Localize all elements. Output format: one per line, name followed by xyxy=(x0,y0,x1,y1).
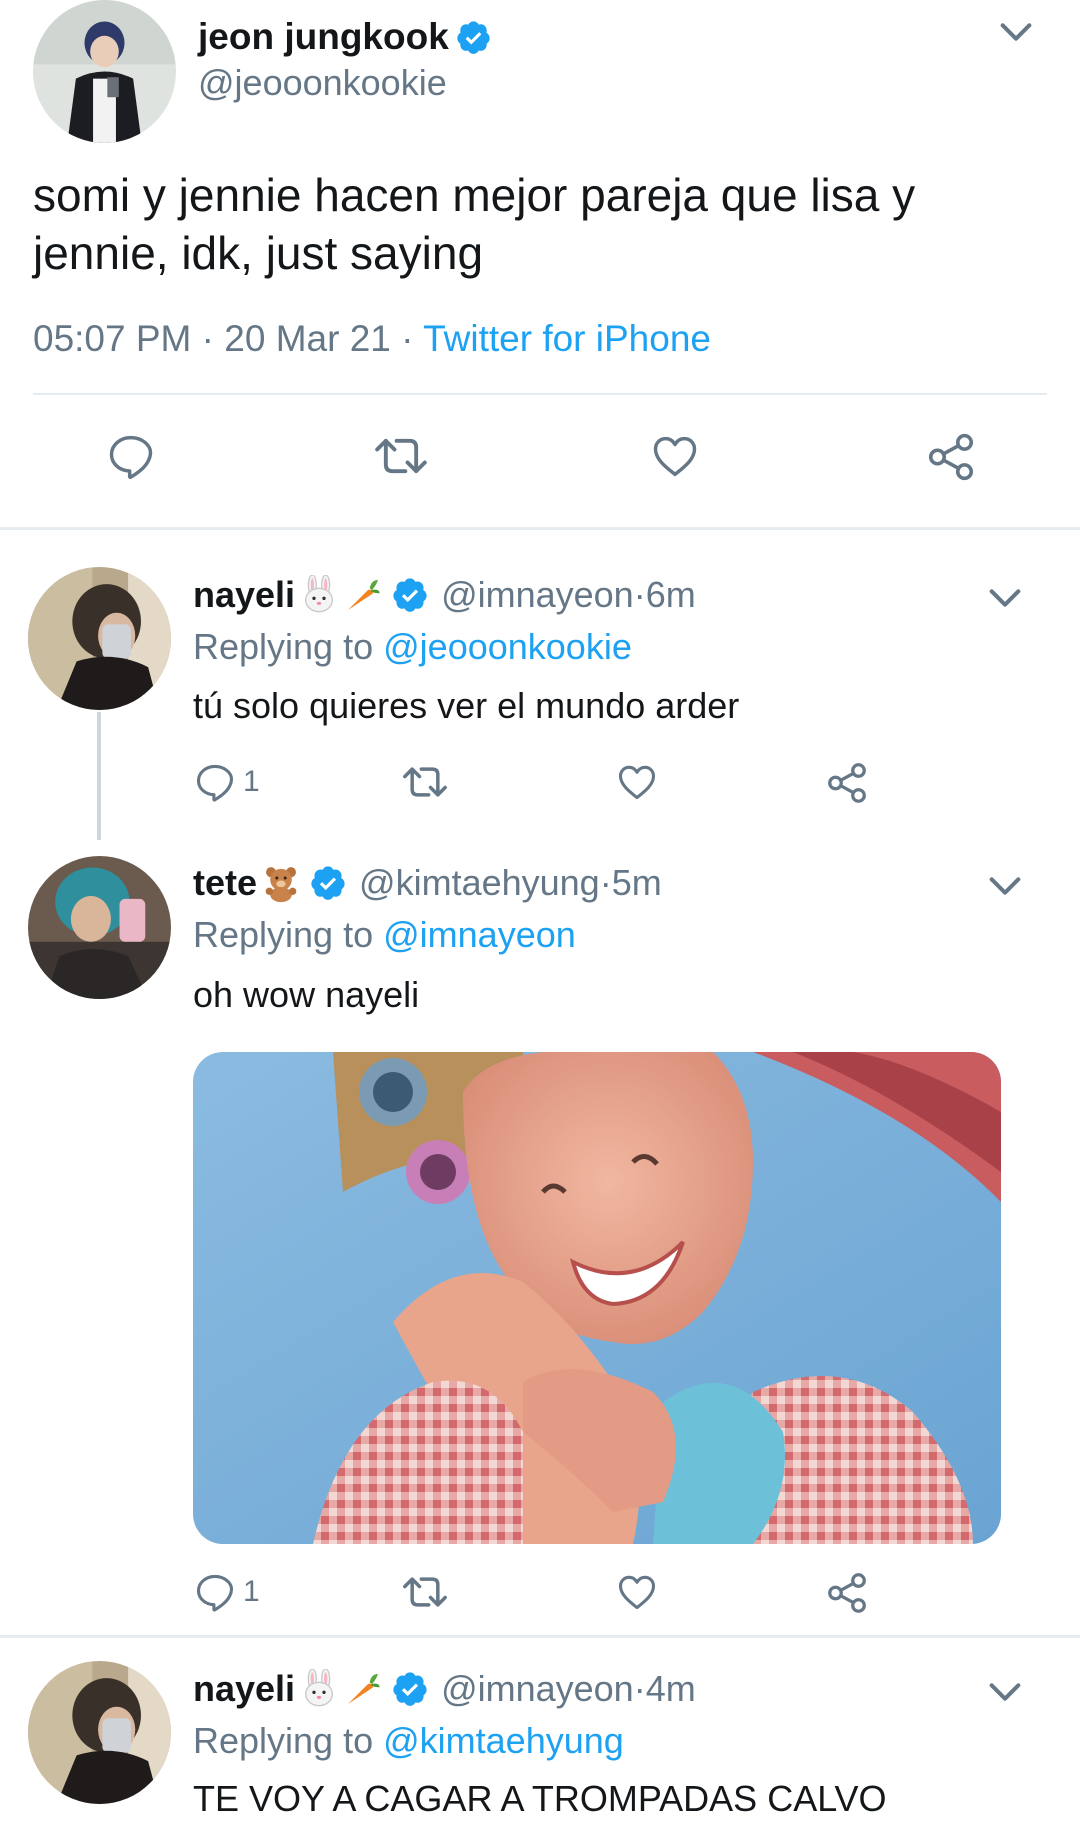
retweet-button[interactable] xyxy=(400,1570,450,1614)
tweet-source-link[interactable]: Twitter for iPhone xyxy=(423,318,711,359)
reply-header: tete @kimtaehyung · 5m xyxy=(193,862,662,904)
retweet-icon xyxy=(403,767,447,797)
main-tweet: jeon jungkook @jeooonkookie somi y jenni… xyxy=(0,0,1080,527)
author-name[interactable]: nayeli xyxy=(193,574,295,616)
reply-button[interactable]: 1 xyxy=(193,760,260,804)
tweet-age: 4m xyxy=(645,1668,696,1709)
meta-separator: · xyxy=(390,318,424,359)
replying-to-link[interactable]: @jeooonkookie xyxy=(383,626,632,667)
chevron-down-icon[interactable] xyxy=(996,12,1036,52)
meta-separator: · xyxy=(633,1668,646,1709)
reply-tweet[interactable]: nayeli @imnayeon · 6m Replying to @jeooo… xyxy=(0,540,1080,840)
author-name[interactable]: jeon jungkook xyxy=(198,16,492,58)
avatar[interactable] xyxy=(28,856,171,999)
chevron-down-icon[interactable] xyxy=(985,1672,1025,1712)
reply-icon xyxy=(109,435,153,480)
replying-to-link[interactable]: @imnayeon xyxy=(383,914,576,955)
meta-separator: · xyxy=(191,318,225,359)
like-icon xyxy=(618,1575,656,1610)
share-button[interactable] xyxy=(824,1570,870,1616)
replying-label: Replying to xyxy=(193,626,374,667)
author-handle[interactable]: @jeooonkookie xyxy=(198,62,447,104)
rabbit-face-emoji-icon xyxy=(299,575,339,615)
retweet-button[interactable] xyxy=(400,760,450,804)
reply-count: 1 xyxy=(243,1575,260,1608)
tweet-actions xyxy=(0,430,1080,490)
like-button[interactable] xyxy=(614,1570,660,1614)
tweet-text: oh wow nayeli xyxy=(193,974,420,1015)
tweet-meta: 05:07 PM · 20 Mar 21 · Twitter for iPhon… xyxy=(33,318,711,360)
reply-header: nayeli @imnayeon · 6m xyxy=(193,574,696,616)
author-handle[interactable]: @imnayeon xyxy=(441,574,634,616)
divider xyxy=(33,393,1047,395)
verified-badge-icon xyxy=(391,576,429,614)
share-button[interactable] xyxy=(824,760,870,806)
share-icon xyxy=(828,1573,866,1613)
carrot-emoji-icon xyxy=(343,1669,383,1709)
tweet-text: TE VOY A CAGAR A TROMPADAS CALVO xyxy=(193,1778,887,1819)
tweet-text: tú solo quieres ver el mundo arder xyxy=(193,685,740,726)
author-handle[interactable]: @kimtaehyung xyxy=(359,862,600,904)
tweet-time: 05:07 PM xyxy=(33,318,192,359)
chevron-down-icon[interactable] xyxy=(985,578,1025,618)
author-handle[interactable]: @imnayeon xyxy=(441,1668,634,1710)
verified-badge-icon xyxy=(391,1670,429,1708)
like-button[interactable] xyxy=(614,760,660,804)
verified-badge-icon xyxy=(455,19,492,56)
meta-separator: · xyxy=(633,574,646,615)
tweet-age: 5m xyxy=(611,862,662,903)
tweet-text: somi y jennie hacen mejor pareja que lis… xyxy=(33,169,916,279)
tweet-media-image[interactable] xyxy=(193,1052,1001,1544)
like-button[interactable] xyxy=(648,430,702,482)
rabbit-face-emoji-icon xyxy=(299,1669,339,1709)
retweet-icon xyxy=(403,1577,447,1607)
tweet-date: 20 Mar 21 xyxy=(224,318,391,359)
reply-icon xyxy=(196,764,234,802)
author-name-text: jeon jungkook xyxy=(198,16,449,57)
share-icon xyxy=(928,433,974,481)
retweet-icon xyxy=(375,438,427,474)
reply-button[interactable] xyxy=(105,430,157,482)
like-icon xyxy=(653,436,697,477)
verified-badge-icon xyxy=(309,864,347,902)
reply-button[interactable]: 1 xyxy=(193,1570,260,1614)
replying-to-link[interactable]: @kimtaehyung xyxy=(383,1720,624,1761)
share-icon xyxy=(828,763,866,803)
replying-label: Replying to xyxy=(193,1720,374,1761)
carrot-emoji-icon xyxy=(343,575,383,615)
divider xyxy=(0,527,1080,530)
author-name[interactable]: tete xyxy=(193,862,257,904)
tweet-age: 6m xyxy=(645,574,696,615)
thread-line xyxy=(97,712,101,840)
share-button[interactable] xyxy=(924,430,978,484)
like-icon xyxy=(618,765,656,800)
meta-separator: · xyxy=(599,862,612,903)
retweet-button[interactable] xyxy=(372,430,430,482)
reply-count: 1 xyxy=(243,765,260,798)
replying-to: Replying to @imnayeon xyxy=(193,914,576,956)
chevron-down-icon[interactable] xyxy=(985,866,1025,906)
author-name[interactable]: nayeli xyxy=(193,1668,295,1710)
avatar[interactable] xyxy=(28,567,171,710)
reply-icon xyxy=(196,1574,234,1612)
replying-label: Replying to xyxy=(193,914,374,955)
avatar[interactable] xyxy=(33,0,176,143)
avatar[interactable] xyxy=(28,1661,171,1804)
reply-header: nayeli @imnayeon · 4m xyxy=(193,1668,696,1710)
replying-to: Replying to @kimtaehyung xyxy=(193,1720,624,1762)
teddy-bear-emoji-icon xyxy=(261,863,301,903)
replying-to: Replying to @jeooonkookie xyxy=(193,626,632,668)
reply-tweet[interactable]: nayeli @imnayeon · 4m Replying to @kimta… xyxy=(0,1638,1080,1828)
